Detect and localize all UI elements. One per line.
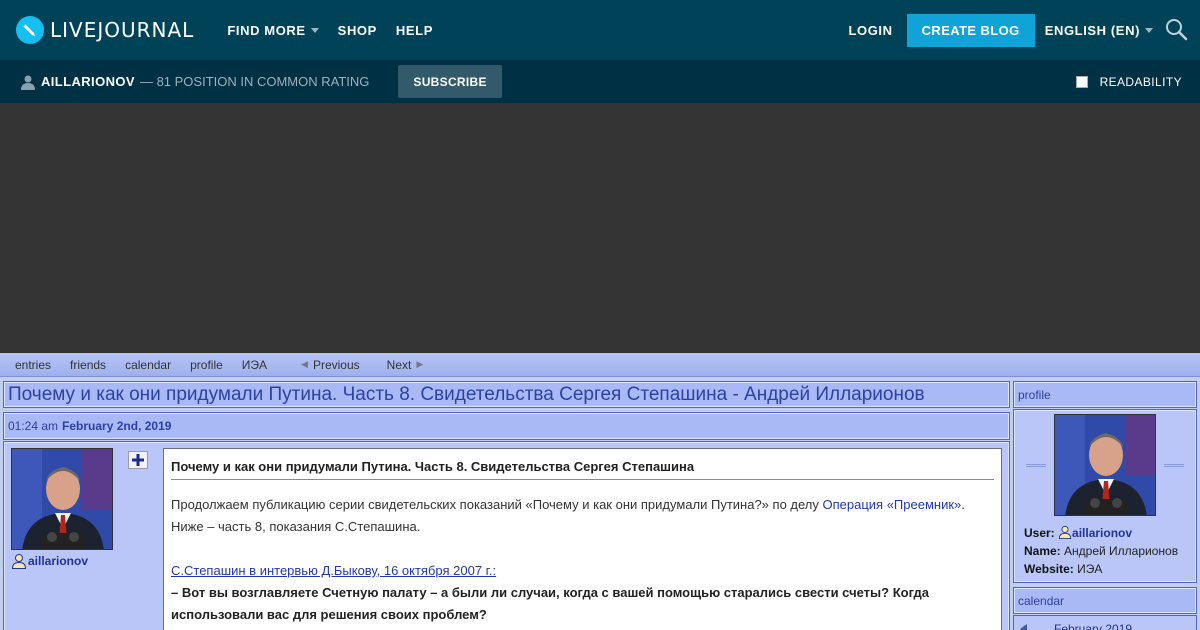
readability-toggle[interactable]: READABILITY xyxy=(1075,60,1182,103)
entry-author-link[interactable]: aillarionov xyxy=(11,553,88,569)
add-to-memories-icon[interactable] xyxy=(128,451,148,469)
journal-bar: AILLARIONOV — 81 POSITION IN COMMON RATI… xyxy=(0,60,1200,103)
arrow-left-icon: ◀ xyxy=(301,359,308,369)
top-bar: LIVEJOURNAL FIND MORE SHOP HELP LOGIN CR… xyxy=(0,0,1200,60)
entry-question: – Вот вы возглавляете Счетную палату – а… xyxy=(171,585,929,622)
nav-find-more[interactable]: FIND MORE xyxy=(227,22,319,38)
readability-checkbox[interactable] xyxy=(1075,75,1088,88)
rating-text: — 81 POSITION IN COMMON RATING xyxy=(139,74,370,89)
user-icon xyxy=(1058,525,1072,539)
entry-date-bar: 01:24 am February 2nd, 2019 xyxy=(3,412,1010,440)
journal-nav-calendar[interactable]: calendar xyxy=(125,358,171,372)
profile-name-row: Name: Андрей Илларионов xyxy=(1024,542,1178,560)
page-title: Почему и как они придумали Путина. Часть… xyxy=(8,383,925,405)
entry-body: Почему и как они придумали Путина. Часть… xyxy=(163,448,1002,630)
journal-nav-profile[interactable]: profile xyxy=(190,358,223,372)
profile-website-label: Website: xyxy=(1024,562,1074,576)
entry-source-paragraph: С.Степашин в интервью Д.Быкову, 16 октяб… xyxy=(171,560,994,582)
entry-time: 01:24 am xyxy=(8,419,59,433)
profile-heading-box: profile xyxy=(1013,381,1197,408)
logo-text: LIVEJOURNAL xyxy=(50,18,195,42)
journal-nav-friends[interactable]: friends xyxy=(70,358,106,372)
divider xyxy=(1164,464,1184,467)
profile-box: User: aillarionov Name: Андрей Илларионо… xyxy=(1013,409,1197,583)
entry-text-segment: . xyxy=(961,497,965,512)
user-icon xyxy=(11,554,27,569)
journal-nav: entries friends calendar profile ИЭА ◀ P… xyxy=(0,353,1200,377)
language-label: ENGLISH (EN) xyxy=(1044,22,1140,38)
login-link[interactable]: LOGIN xyxy=(848,23,892,38)
entry-subject: Почему и как они придумали Путина. Часть… xyxy=(171,459,994,480)
chevron-down-icon xyxy=(1145,27,1153,33)
journal-nav-iea[interactable]: ИЭА xyxy=(242,358,267,372)
profile-website-link[interactable]: ИЭА xyxy=(1077,562,1102,576)
create-blog-button[interactable]: CREATE BLOG xyxy=(906,13,1035,47)
livejournal-logo[interactable]: LIVEJOURNAL xyxy=(16,16,194,44)
calendar-prev-icon[interactable] xyxy=(1020,624,1027,630)
profile-name-value: Андрей Илларионов xyxy=(1064,544,1179,558)
previous-link[interactable]: Previous xyxy=(313,358,360,372)
profile-info: User: aillarionov Name: Андрей Илларионо… xyxy=(1024,524,1178,578)
journal-name-link[interactable]: AILLARIONOV xyxy=(41,74,135,89)
arrow-right-icon: ▶ xyxy=(416,359,424,369)
language-selector[interactable]: ENGLISH (EN) xyxy=(1045,23,1153,38)
main-nav: FIND MORE SHOP HELP xyxy=(227,23,452,38)
entry-date-link[interactable]: February 2nd, 2019 xyxy=(62,419,171,433)
search-icon[interactable] xyxy=(1164,18,1188,42)
profile-user-link[interactable]: aillarionov xyxy=(1072,526,1132,540)
entry-area: aillarionov Почему и как они придумали П… xyxy=(3,441,1010,630)
entry-paragraph-2: Ниже – часть 8, показания С.Степашина. xyxy=(171,519,421,534)
top-right-actions: LOGIN CREATE BLOG ENGLISH (EN) xyxy=(848,0,1200,60)
readability-label: READABILITY xyxy=(1099,74,1182,89)
chevron-down-icon xyxy=(310,27,319,33)
source-link[interactable]: С.Степашин в интервью Д.Быкову, 16 октяб… xyxy=(171,563,496,578)
profile-user-label: User: xyxy=(1024,526,1055,540)
subscribe-button[interactable]: SUBSCRIBE xyxy=(398,65,502,98)
ad-banner-area xyxy=(0,103,1200,353)
profile-website-row: Website: ИЭА xyxy=(1024,560,1178,578)
calendar-month[interactable]: February 2019 xyxy=(1054,622,1132,630)
entry-text-segment: Продолжаем публикацию серии свидетельски… xyxy=(171,497,823,512)
calendar-box: February 2019 xyxy=(1013,615,1197,630)
profile-userpic[interactable] xyxy=(1054,414,1156,516)
divider xyxy=(1026,464,1046,467)
next-link[interactable]: Next xyxy=(387,358,412,372)
calendar-heading[interactable]: calendar xyxy=(1018,594,1064,608)
operation-successor-link[interactable]: Операция «Преемник» xyxy=(823,497,962,512)
pencil-logo-icon xyxy=(16,16,44,44)
page-title-box: Почему и как они придумали Путина. Часть… xyxy=(3,381,1010,408)
nav-shop[interactable]: SHOP xyxy=(338,23,377,38)
entry-paragraph-1: Продолжаем публикацию серии свидетельски… xyxy=(171,494,994,516)
user-icon xyxy=(20,74,36,90)
userpic[interactable] xyxy=(11,448,113,550)
nav-find-more-label: FIND MORE xyxy=(227,22,306,38)
entry-text: Продолжаем публикацию серии свидетельски… xyxy=(171,494,994,626)
calendar-heading-box: calendar xyxy=(1013,587,1197,614)
entry-author-name: aillarionov xyxy=(28,554,89,568)
journal-nav-entries[interactable]: entries xyxy=(15,358,51,372)
profile-name-label: Name: xyxy=(1024,544,1061,558)
nav-help[interactable]: HELP xyxy=(396,23,433,38)
profile-heading[interactable]: profile xyxy=(1018,388,1051,402)
profile-user-row: User: aillarionov xyxy=(1024,524,1178,542)
